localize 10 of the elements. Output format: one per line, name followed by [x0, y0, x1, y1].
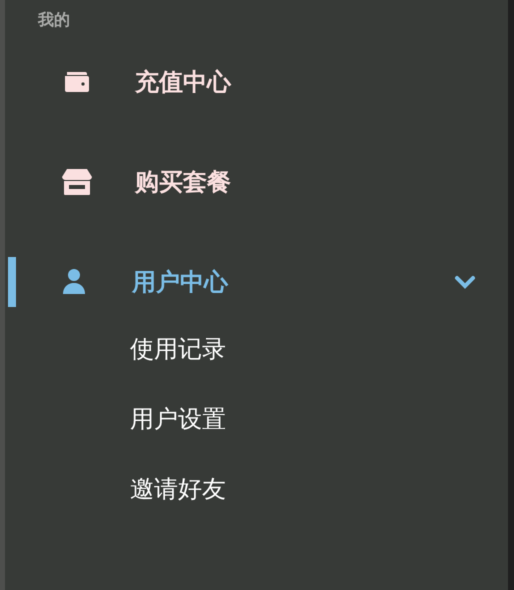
- submenu-item[interactable]: 使用记录: [5, 314, 226, 384]
- submenu-item[interactable]: 用户设置: [5, 384, 226, 454]
- menu-item[interactable]: 充值中心: [5, 52, 508, 112]
- user-icon: [61, 268, 87, 296]
- menu-item[interactable]: 用户中心: [5, 252, 508, 312]
- menu-item[interactable]: 购买套餐: [5, 152, 508, 212]
- store-icon: [61, 168, 93, 196]
- wallet-icon: [63, 70, 91, 94]
- submenu-item[interactable]: 邀请好友: [5, 454, 226, 524]
- section-title: 我的: [38, 10, 71, 31]
